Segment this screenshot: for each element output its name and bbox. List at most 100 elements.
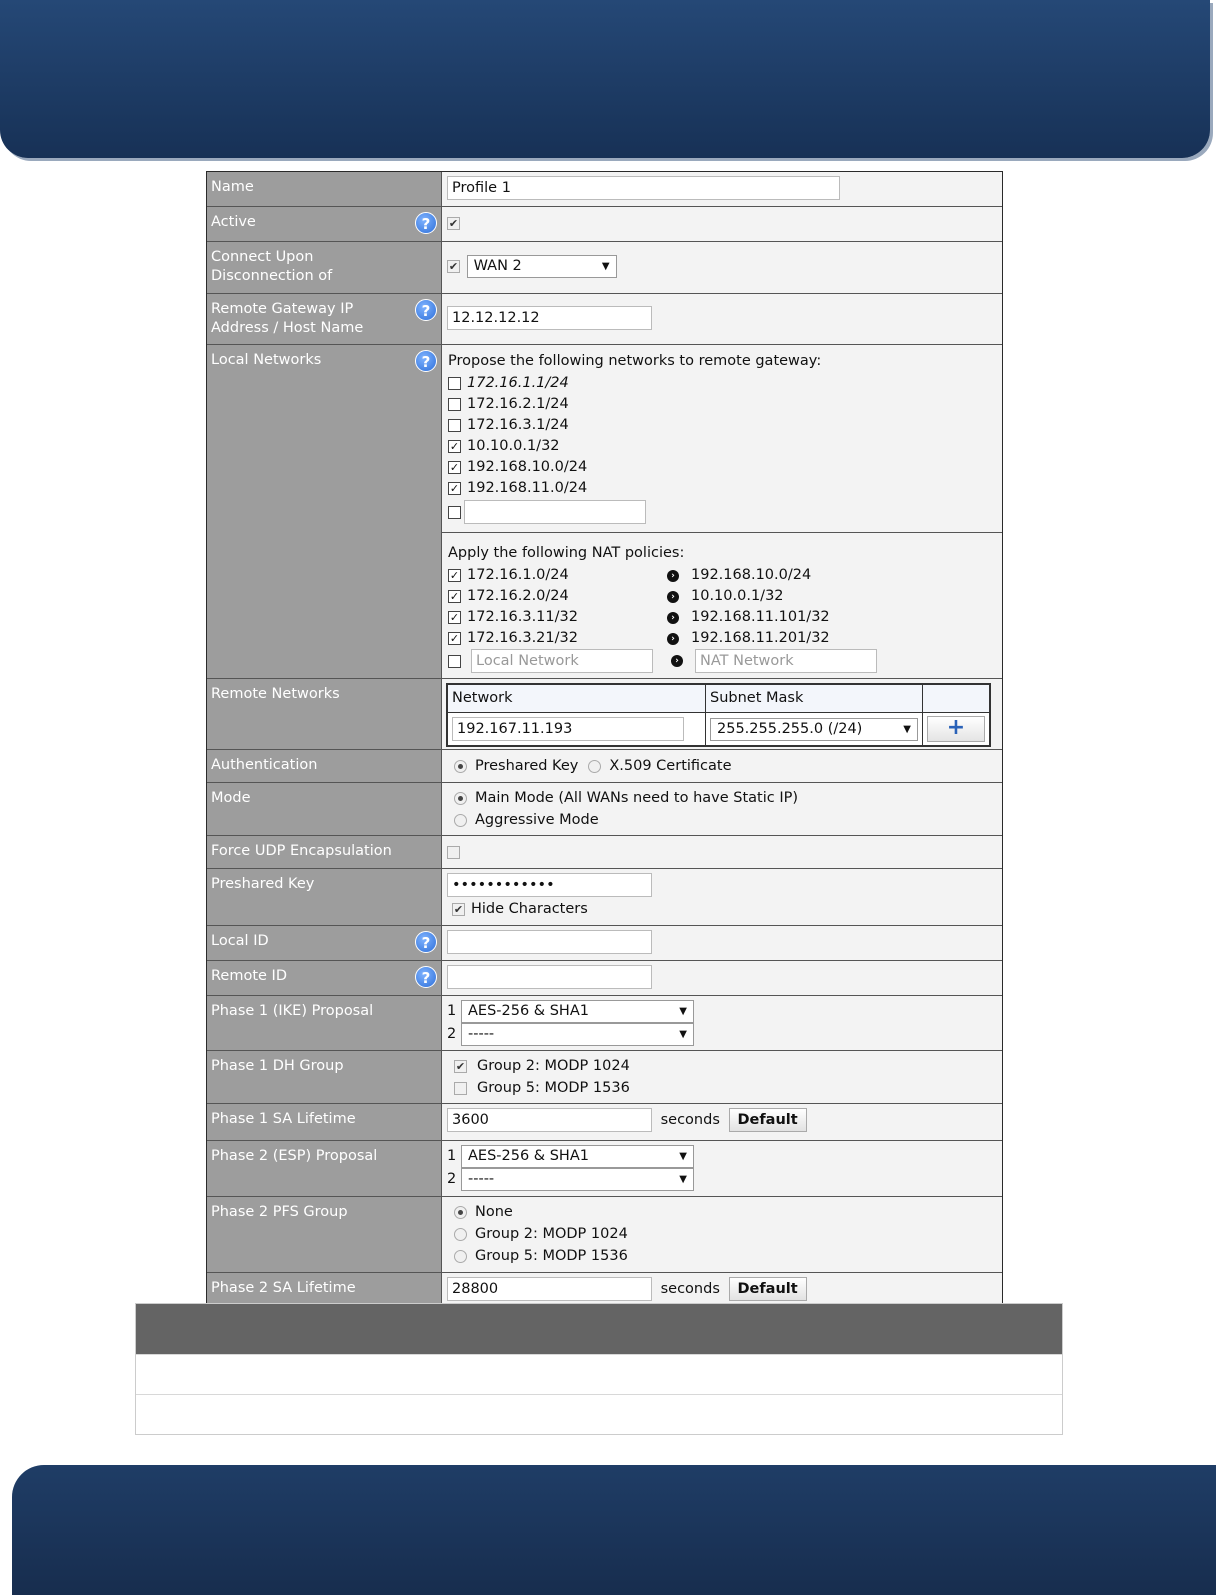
plus-icon[interactable]: + [927, 716, 985, 742]
nat-policy-row: ✓ 172.16.3.11/32 › 192.168.11.101/32 [448, 607, 996, 628]
network-checkbox[interactable] [448, 377, 461, 390]
page-footer-banner [12, 1465, 1216, 1595]
dropdown-arrow-icon: ▼ [679, 1174, 687, 1185]
help-icon[interactable]: ? [415, 350, 437, 372]
remote-id-label: Remote ID ? [207, 961, 442, 995]
row-phase1-dh: Phase 1 DH Group ✔ Group 2: MODP 1024 Gro… [207, 1051, 1002, 1104]
aggressive-mode-radio[interactable] [454, 813, 467, 827]
network-label: 172.16.2.1/24 [467, 396, 569, 412]
nat-checkbox[interactable]: ✓ [448, 632, 461, 645]
help-icon[interactable]: ? [415, 212, 437, 234]
nat-to: 192.168.11.201/32 [691, 630, 830, 646]
arrow-right-icon: › [671, 655, 683, 667]
wan-select[interactable]: WAN 2 ▼ [466, 255, 617, 278]
local-networks-label: Local Networks ? [207, 345, 442, 678]
phase2-proposal-label: Phase 2 (ESP) Proposal [207, 1141, 442, 1196]
propose-text: Propose the following networks to remote… [448, 352, 822, 369]
row-connect-upon: Connect Upon Disconnection of ✔ WAN 2 ▼ [207, 242, 1002, 294]
row-force-udp: Force UDP Encapsulation [207, 836, 1002, 869]
page-header-banner [0, 0, 1210, 158]
force-udp-label: Force UDP Encapsulation [207, 836, 442, 868]
nat-local-input[interactable]: Local Network [471, 649, 653, 673]
nat-policy-row: ✓ 172.16.2.0/24 › 10.10.0.1/32 [448, 586, 996, 607]
local-id-input[interactable] [447, 930, 652, 954]
nat-text: Apply the following NAT policies: [448, 544, 685, 561]
list-item: 172.16.3.1/24 [448, 415, 996, 436]
name-input[interactable]: Profile 1 [447, 176, 840, 200]
phase2-proposal-select-2[interactable]: ----- ▼ [461, 1168, 694, 1191]
phase1-sa-input[interactable]: 3600 [447, 1108, 652, 1132]
remote-id-input[interactable] [447, 965, 652, 989]
phase2-default-button[interactable]: Default [728, 1277, 807, 1301]
phase1-default-button[interactable]: Default [728, 1108, 807, 1132]
row-remote-id: Remote ID ? [207, 961, 1002, 996]
phase2-sa-input[interactable]: 28800 [447, 1277, 652, 1301]
remote-gateway-input[interactable]: 12.12.12.12 [447, 306, 652, 330]
local-id-label: Local ID ? [207, 926, 442, 960]
network-checkbox[interactable] [448, 398, 461, 411]
help-icon[interactable]: ? [415, 966, 437, 988]
preshared-key-radio[interactable] [454, 759, 467, 773]
nat-policy-list: ✓ 172.16.1.0/24 › 192.168.10.0/24 ✓ 172.16.2.… [448, 565, 996, 649]
nat-checkbox[interactable]: ✓ [448, 590, 461, 603]
custom-network-checkbox[interactable] [448, 505, 461, 519]
nat-to: 10.10.0.1/32 [691, 588, 784, 604]
row-phase1-sa: Phase 1 SA Lifetime 3600 seconds Default [207, 1104, 1002, 1141]
pfs-group2-radio[interactable] [454, 1227, 467, 1241]
help-icon[interactable]: ? [415, 931, 437, 953]
row-preshared-key: Preshared Key •••••••••••• ✔ Hide Charact… [207, 869, 1002, 926]
hide-characters-checkbox[interactable]: ✔ [452, 902, 465, 916]
phase1-sa-label: Phase 1 SA Lifetime [207, 1104, 442, 1140]
row-remote-networks: Remote Networks Network Subnet Mask 192.… [207, 679, 1002, 750]
remote-network-input[interactable]: 192.167.11.193 [452, 717, 684, 741]
custom-network-input[interactable] [464, 500, 646, 524]
row-phase2-proposal: Phase 2 (ESP) Proposal 1 AES-256 & SHA1 ▼ … [207, 1141, 1002, 1197]
network-label: 172.16.1.1/24 [467, 375, 569, 391]
active-label: Active ? [207, 207, 442, 241]
nat-policy-row: ✓ 172.16.1.0/24 › 192.168.10.0/24 [448, 565, 996, 586]
table-row [136, 1394, 1062, 1434]
row-local-networks: Local Networks ? Propose the following n… [207, 345, 1002, 679]
network-label: 172.16.3.1/24 [467, 417, 569, 433]
network-checkbox[interactable] [448, 419, 461, 432]
network-checkbox[interactable]: ✓ [448, 482, 461, 495]
subnet-select[interactable]: 255.255.255.0 (/24) ▼ [710, 717, 918, 741]
main-mode-radio[interactable] [454, 791, 467, 805]
nat-new-checkbox[interactable] [448, 654, 461, 668]
preshared-key-input[interactable]: •••••••••••• [447, 873, 652, 897]
list-item: ✓ 10.10.0.1/32 [448, 436, 996, 457]
local-network-list: 172.16.1.1/24 172.16.2.1/24 172.16.3.1/24 ✓… [448, 373, 996, 499]
preshared-key-label: Preshared Key [207, 869, 442, 925]
nat-checkbox[interactable]: ✓ [448, 611, 461, 624]
active-checkbox[interactable]: ✔ [447, 216, 460, 230]
network-label: 192.168.10.0/24 [467, 459, 588, 475]
network-checkbox[interactable]: ✓ [448, 440, 461, 453]
row-active: Active ? ✔ [207, 207, 1002, 242]
dropdown-arrow-icon: ▼ [903, 723, 911, 735]
row-name: Name Profile 1 [207, 172, 1002, 207]
pfs-group5-label: Group 5: MODP 1536 [475, 1247, 628, 1264]
force-udp-checkbox[interactable] [447, 845, 460, 859]
row-phase2-sa: Phase 2 SA Lifetime 28800 seconds Defaul… [207, 1273, 1002, 1307]
phase2-sa-label: Phase 2 SA Lifetime [207, 1273, 442, 1307]
nat-policies-section: Apply the following NAT policies: ✓ 172.1… [442, 533, 1002, 673]
dh-group5-checkbox[interactable] [454, 1081, 467, 1095]
dh-group2-checkbox[interactable]: ✔ [454, 1059, 467, 1073]
select-value: ----- [468, 1026, 495, 1042]
phase1-proposal-select-2[interactable]: ----- ▼ [461, 1023, 694, 1046]
pfs-none-radio[interactable] [454, 1205, 467, 1219]
propose-networks-section: Propose the following networks to remote… [442, 345, 1002, 533]
nat-network-input[interactable]: NAT Network [695, 649, 877, 673]
phase1-proposal-select-1[interactable]: AES-256 & SHA1 ▼ [461, 1000, 694, 1023]
dropdown-arrow-icon: ▼ [679, 1029, 687, 1040]
phase2-proposal-select-1[interactable]: AES-256 & SHA1 ▼ [461, 1145, 694, 1168]
help-icon[interactable]: ? [415, 299, 437, 321]
connect-upon-checkbox[interactable]: ✔ [447, 260, 460, 273]
pfs-group5-radio[interactable] [454, 1249, 467, 1263]
x509-radio[interactable] [588, 759, 602, 773]
network-checkbox[interactable]: ✓ [448, 461, 461, 474]
arrow-right-icon: › [667, 632, 679, 645]
preshared-key-option: Preshared Key [475, 757, 579, 774]
arrow-right-icon: › [667, 611, 679, 624]
nat-checkbox[interactable]: ✓ [448, 569, 461, 582]
